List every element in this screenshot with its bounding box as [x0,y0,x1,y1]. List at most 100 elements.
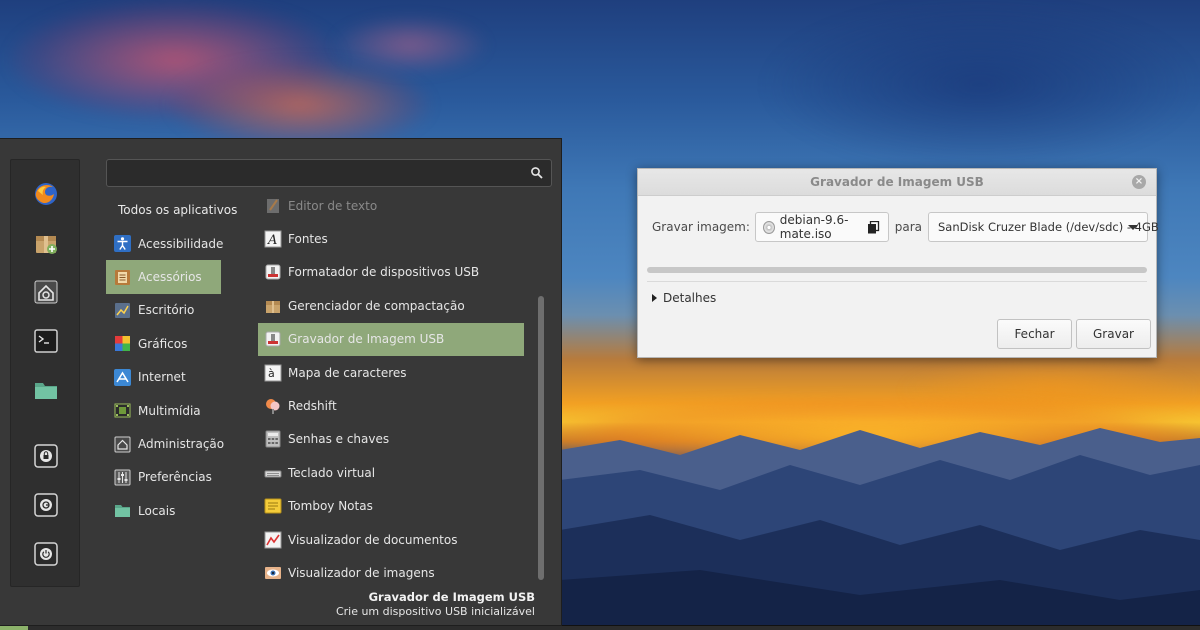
category-label: Preferências [138,470,212,485]
system-settings-icon [34,280,58,304]
write-image-label: Gravar imagem: [652,220,750,234]
application-list: Editor de texto A Fontes Formatador de d… [258,189,526,590]
app-label: Visualizador de imagens [288,565,435,580]
software-manager-icon [36,236,57,254]
app-document-viewer[interactable]: Visualizador de documentos [258,523,526,556]
file-browse-icon [867,221,879,234]
tomboy-notes-icon [264,497,282,515]
category-label: Acessórios [138,270,202,285]
character-map-icon: à [264,364,282,382]
window-close-button[interactable]: × [1132,175,1146,189]
accessibility-icon [114,235,131,253]
passwords-keys-icon [264,430,282,448]
category-multimedia[interactable]: Multimídia [106,394,224,427]
category-office[interactable]: Escritório [106,294,224,327]
usb-formatter-icon [264,263,282,281]
app-usb-formatter[interactable]: Formatador de dispositivos USB [258,256,526,289]
write-image-row: Gravar imagem: debian-9.6-mate.iso para … [652,211,1159,243]
app-fonts[interactable]: A Fontes [258,222,526,255]
application-list-scrollbar[interactable] [538,296,544,580]
app-text-editor[interactable]: Editor de texto [258,189,526,222]
target-device-value: SanDisk Cruzer Blade (/dev/sdc) - 4GB [938,220,1159,234]
image-viewer-icon [264,564,282,582]
window-title: Gravador de Imagem USB [810,175,984,189]
divider [647,281,1147,282]
wallpaper-cloud [330,15,490,75]
app-tomboy-notes[interactable]: Tomboy Notas [258,490,526,523]
favorite-system-settings[interactable] [32,278,60,306]
graphics-icon [114,335,131,352]
usb-image-writer-window: Gravador de Imagem USB × Gravar imagem: … [637,168,1159,358]
category-administration[interactable]: Administração [106,427,224,460]
menu-search-input[interactable] [106,159,552,187]
favorite-logout[interactable] [32,491,60,519]
app-image-viewer[interactable]: Visualizador de imagens [258,556,526,589]
terminal-icon [34,329,58,353]
expander-arrow-icon [652,294,657,302]
close-button[interactable]: Fechar [997,319,1072,349]
category-label: Escritório [138,303,195,318]
details-expander[interactable]: Detalhes [652,291,716,305]
category-list: Acessibilidade Acessórios Escritório Grá… [106,227,224,528]
category-accessories[interactable]: Acessórios [106,260,221,294]
favorite-firefox[interactable] [32,180,60,208]
app-label: Redshift [288,399,337,414]
write-button[interactable]: Gravar [1076,319,1151,349]
internet-icon [114,368,131,386]
search-icon [531,167,543,179]
preferences-icon [114,469,131,486]
fonts-icon: A [264,230,282,248]
category-preferences[interactable]: Preferências [106,461,224,494]
administration-icon [114,436,131,453]
close-icon: × [1134,176,1144,187]
office-icon [114,302,131,319]
category-graphics[interactable]: Gráficos [106,327,224,360]
application-menu: Todos os aplicativos Acessibilidade Aces… [0,138,562,626]
category-label: Multimídia [138,403,201,418]
selected-app-title: Gravador de Imagem USB [368,590,535,604]
multimedia-icon [114,402,131,419]
app-label: Fontes [288,232,328,247]
app-redshift[interactable]: Redshift [258,389,526,422]
window-titlebar[interactable]: Gravador de Imagem USB × [638,169,1156,196]
favorite-software-manager[interactable] [32,229,60,257]
to-label: para [894,220,922,234]
image-file-chooser[interactable]: debian-9.6-mate.iso [754,212,889,242]
category-label: Internet [138,370,186,385]
app-virtual-keyboard[interactable]: Teclado virtual [258,456,526,489]
app-label: Gerenciador de compactação [288,298,465,313]
app-label: Editor de texto [288,198,378,213]
places-folder-icon [114,502,131,519]
category-internet[interactable]: Internet [106,361,224,394]
favorite-terminal[interactable] [32,327,60,355]
app-label: Teclado virtual [288,465,376,480]
chevron-down-icon [1128,225,1138,230]
favorite-home-folder[interactable] [32,376,60,404]
app-label: Mapa de caracteres [288,365,407,380]
category-accessibility[interactable]: Acessibilidade [106,227,224,260]
category-label: Gráficos [138,336,188,351]
redshift-icon [264,397,282,415]
lock-screen-icon [34,444,58,468]
favorite-shutdown[interactable] [32,540,60,568]
svg-text:A: A [267,233,277,248]
app-usb-image-writer[interactable]: Gravador de Imagem USB [258,322,524,356]
text-editor-icon [264,197,282,215]
app-passwords-keys[interactable]: Senhas e chaves [258,423,526,456]
document-viewer-icon [264,531,282,549]
app-archive-manager[interactable]: Gerenciador de compactação [258,289,526,322]
virtual-keyboard-icon [264,464,282,482]
archive-manager-icon [264,297,282,315]
shutdown-icon [34,542,58,566]
app-character-map[interactable]: à Mapa de caracteres [258,356,526,389]
category-places[interactable]: Locais [106,494,224,527]
app-label: Senhas e chaves [288,432,390,447]
all-applications-category[interactable]: Todos os aplicativos [118,203,237,217]
app-label: Visualizador de documentos [288,532,458,547]
disc-image-icon [762,220,775,234]
favorite-lock-screen[interactable] [32,442,60,470]
target-device-select[interactable]: SanDisk Cruzer Blade (/dev/sdc) - 4GB [928,212,1159,242]
category-label: Locais [138,503,176,518]
accessories-icon [114,269,131,286]
menu-launcher-button[interactable] [0,626,28,630]
